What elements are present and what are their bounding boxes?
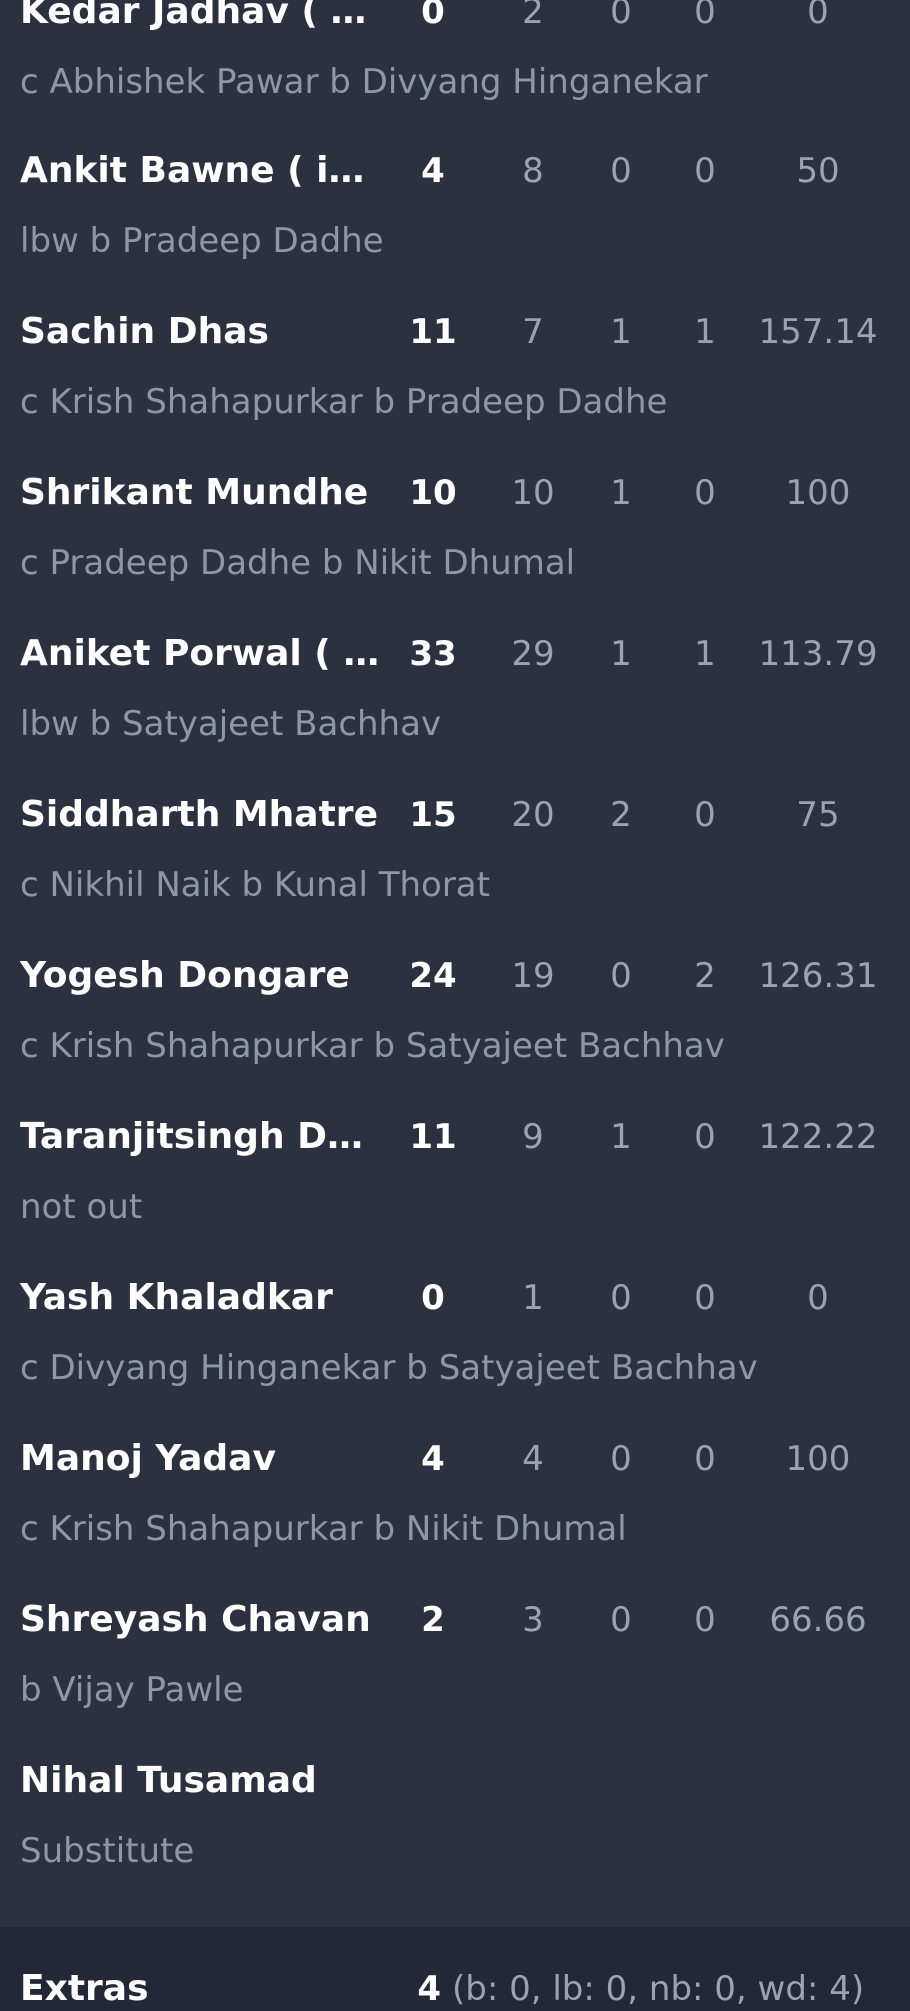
batter-fours: 0	[610, 0, 632, 32]
batter-balls: 4	[522, 1439, 544, 1479]
batter-fours: 1	[610, 634, 632, 674]
extras-row: Extras 4 (b: 0, lb: 0, nb: 0, wd: 4)	[0, 1927, 910, 2011]
batter-fours: 1	[610, 473, 632, 513]
batter-runs: 11	[409, 312, 457, 352]
batter-row[interactable]: Shrikant Mundhe 10 10 1 0 100 c Pradeep …	[0, 471, 910, 632]
batter-dismissal: Substitute	[20, 1831, 195, 1871]
extras-breakdown: (b: 0, lb: 0, nb: 0, wd: 4)	[452, 1969, 865, 2009]
batter-dismissal: c Krish Shahapurkar b Pradeep Dadhe	[20, 382, 668, 422]
batter-name[interactable]: Sachin Dhas	[20, 310, 380, 354]
batter-runs: 24	[409, 956, 457, 996]
extras-total: 4	[417, 1969, 441, 2009]
batter-strike-rate: 122.22	[758, 1117, 878, 1157]
batter-name[interactable]: Manoj Yadav	[20, 1437, 380, 1481]
batter-runs: 0	[421, 1278, 445, 1318]
batter-row[interactable]: Kedar Jadhav ( c ) 0 2 0 0 0 c Abhishek …	[0, 0, 910, 151]
batter-row[interactable]: Taranjitsingh Dhil… 11 9 1 0 122.22 not …	[0, 1115, 910, 1276]
batter-dismissal: not out	[20, 1187, 143, 1227]
batter-name[interactable]: Siddharth Mhatre	[20, 793, 380, 837]
batter-dismissal: c Abhishek Pawar b Divyang Hinganekar	[20, 62, 708, 102]
batter-sixes: 0	[694, 795, 716, 835]
batter-runs: 33	[409, 634, 457, 674]
extras-label: Extras	[20, 1968, 149, 2009]
batter-balls: 19	[511, 956, 555, 996]
batter-fours: 0	[610, 151, 632, 191]
batter-balls: 7	[522, 312, 544, 352]
batter-sixes: 2	[694, 956, 716, 996]
batter-runs: 10	[409, 473, 457, 513]
batter-balls: 9	[522, 1117, 544, 1157]
batter-dismissal: lbw b Satyajeet Bachhav	[20, 704, 442, 744]
batter-sixes: 0	[694, 473, 716, 513]
batter-strike-rate: 0	[807, 0, 829, 32]
batter-sixes: 0	[694, 1600, 716, 1640]
batter-row[interactable]: Yash Khaladkar 0 1 0 0 0 c Divyang Hinga…	[0, 1276, 910, 1437]
batter-runs: 2	[421, 1600, 445, 1640]
batter-row[interactable]: Sachin Dhas 11 7 1 1 157.14 c Krish Shah…	[0, 310, 910, 471]
batter-strike-rate: 75	[796, 795, 840, 835]
batter-strike-rate: 66.66	[769, 1600, 867, 1640]
batter-balls: 1	[522, 1278, 544, 1318]
batter-sixes: 0	[694, 1439, 716, 1479]
batter-fours: 1	[610, 312, 632, 352]
batter-balls: 20	[511, 795, 555, 835]
batter-strike-rate: 100	[785, 473, 851, 513]
batter-sixes: 0	[694, 151, 716, 191]
batter-row[interactable]: Nihal Tusamad Substitute	[0, 1759, 910, 1920]
batter-fours: 2	[610, 795, 632, 835]
batter-strike-rate: 0	[807, 1278, 829, 1318]
batter-sixes: 0	[694, 1117, 716, 1157]
batter-sixes: 0	[694, 0, 716, 32]
batter-name[interactable]: Taranjitsingh Dhil…	[20, 1115, 380, 1159]
batter-sixes: 0	[694, 1278, 716, 1318]
batter-row[interactable]: Siddharth Mhatre 15 20 2 0 75 c Nikhil N…	[0, 793, 910, 954]
batter-fours: 0	[610, 1439, 632, 1479]
batter-runs: 15	[409, 795, 457, 835]
batter-sixes: 1	[694, 634, 716, 674]
batter-balls: 29	[511, 634, 555, 674]
batter-fours: 1	[610, 1117, 632, 1157]
batter-name[interactable]: Kedar Jadhav ( c )	[20, 0, 380, 34]
batter-balls: 3	[522, 1600, 544, 1640]
batter-balls: 8	[522, 151, 544, 191]
batter-name[interactable]: Shreyash Chavan	[20, 1598, 380, 1642]
batter-dismissal: c Pradeep Dadhe b Nikit Dhumal	[20, 543, 576, 583]
batter-dismissal: c Krish Shahapurkar b Nikit Dhumal	[20, 1509, 627, 1549]
batter-row[interactable]: Yogesh Dongare 24 19 0 2 126.31 c Krish …	[0, 954, 910, 1115]
batter-sixes: 1	[694, 312, 716, 352]
batter-name[interactable]: Yogesh Dongare	[20, 954, 380, 998]
batter-name[interactable]: Shrikant Mundhe	[20, 471, 380, 515]
batter-fours: 0	[610, 1600, 632, 1640]
batter-dismissal: c Divyang Hinganekar b Satyajeet Bachhav	[20, 1348, 758, 1388]
batter-balls: 2	[522, 0, 544, 32]
batter-row[interactable]: Aniket Porwal ( wk ) 33 29 1 1 113.79 lb…	[0, 632, 910, 793]
batter-dismissal: c Krish Shahapurkar b Satyajeet Bachhav	[20, 1026, 725, 1066]
batter-runs: 0	[421, 0, 445, 32]
batter-dismissal: b Vijay Pawle	[20, 1670, 244, 1710]
batter-fours: 0	[610, 956, 632, 996]
batter-row[interactable]: Ankit Bawne ( ip ) 4 8 0 0 50 lbw b Prad…	[0, 149, 910, 310]
batter-fours: 0	[610, 1278, 632, 1318]
batter-name[interactable]: Ankit Bawne ( ip )	[20, 149, 380, 193]
batter-runs: 4	[421, 151, 445, 191]
batter-runs: 11	[409, 1117, 457, 1157]
batter-strike-rate: 126.31	[758, 956, 878, 996]
batter-runs: 4	[421, 1439, 445, 1479]
batter-strike-rate: 100	[785, 1439, 851, 1479]
batter-name[interactable]: Yash Khaladkar	[20, 1276, 380, 1320]
batter-strike-rate: 50	[796, 151, 840, 191]
batter-row[interactable]: Shreyash Chavan 2 3 0 0 66.66 b Vijay Pa…	[0, 1598, 910, 1759]
batter-name[interactable]: Aniket Porwal ( wk )	[20, 632, 380, 676]
batter-dismissal: c Nikhil Naik b Kunal Thorat	[20, 865, 490, 905]
batter-strike-rate: 113.79	[758, 634, 878, 674]
batter-strike-rate: 157.14	[758, 312, 878, 352]
batter-balls: 10	[511, 473, 555, 513]
batter-row[interactable]: Manoj Yadav 4 4 0 0 100 c Krish Shahapur…	[0, 1437, 910, 1598]
batter-dismissal: lbw b Pradeep Dadhe	[20, 221, 384, 261]
batter-name[interactable]: Nihal Tusamad	[20, 1759, 380, 1803]
